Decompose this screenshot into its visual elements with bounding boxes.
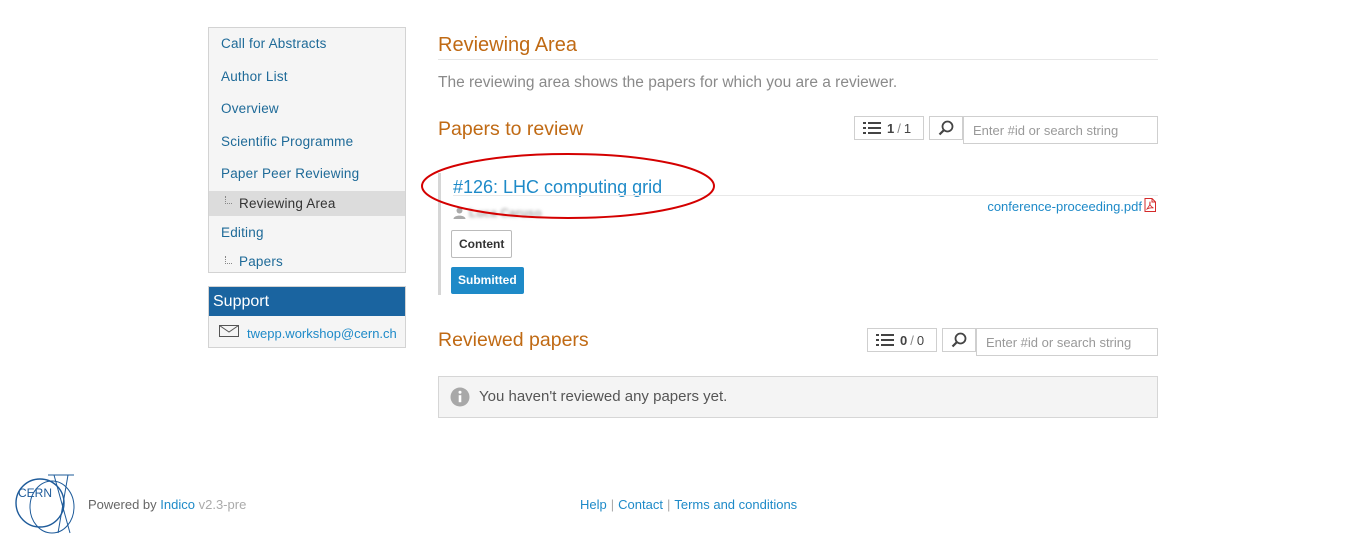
count-shown: 0 bbox=[900, 332, 908, 348]
envelope-icon bbox=[219, 325, 239, 337]
menu-item-label: Reviewing Area bbox=[239, 196, 336, 211]
empty-state-text: You haven't reviewed any papers yet. bbox=[479, 388, 728, 405]
search-button[interactable] bbox=[929, 116, 963, 140]
highlight-annotation bbox=[421, 153, 715, 219]
support-box: Support twepp.workshop@cern.ch bbox=[208, 286, 406, 348]
tree-branch-icon bbox=[225, 256, 232, 264]
menu-item-author-list[interactable]: Author List bbox=[209, 66, 405, 88]
reviewed-papers-title: Reviewed papers bbox=[438, 329, 589, 351]
contact-link[interactable]: Contact bbox=[618, 497, 663, 512]
powered-by: Powered by Indico v2.3-pre bbox=[88, 497, 246, 512]
count-separator: / bbox=[897, 120, 901, 136]
menu-item-editing[interactable]: Editing bbox=[209, 222, 405, 244]
footer-separator: | bbox=[666, 497, 671, 512]
menu-item-papers[interactable]: Papers bbox=[209, 251, 405, 273]
paper-file-link[interactable]: conference-proceeding.pdf bbox=[987, 199, 1142, 214]
event-menu: Call for Abstracts Author List Overview … bbox=[208, 27, 406, 273]
search-button[interactable] bbox=[942, 328, 976, 352]
info-icon bbox=[450, 387, 470, 407]
count-total: 0 bbox=[916, 332, 925, 348]
content-tag: Content bbox=[451, 230, 513, 258]
list-icon bbox=[863, 122, 881, 134]
powered-by-label: Powered by bbox=[88, 497, 157, 512]
menu-item-label: Papers bbox=[239, 254, 283, 269]
search-icon bbox=[938, 120, 954, 136]
papers-to-review-search-input[interactable] bbox=[963, 116, 1158, 144]
page-title: Reviewing Area bbox=[438, 34, 577, 56]
page-description: The reviewing area shows the papers for … bbox=[438, 74, 898, 91]
tree-branch-icon bbox=[225, 196, 232, 204]
search-icon bbox=[951, 332, 967, 348]
terms-link[interactable]: Terms and conditions bbox=[674, 497, 797, 512]
reviewed-papers-counter[interactable]: 0 / 0 bbox=[867, 328, 937, 352]
empty-state-message: You haven't reviewed any papers yet. bbox=[438, 376, 1158, 418]
submitted-status-badge: Submitted bbox=[451, 267, 524, 294]
menu-item-call-for-abstracts[interactable]: Call for Abstracts bbox=[209, 33, 405, 55]
list-icon bbox=[876, 334, 894, 346]
count-shown: 1 bbox=[887, 120, 895, 136]
title-divider bbox=[438, 59, 1158, 60]
count-separator: / bbox=[910, 332, 914, 348]
papers-to-review-title: Papers to review bbox=[438, 118, 584, 140]
footer-links: Help | Contact | Terms and conditions bbox=[580, 497, 797, 512]
papers-to-review-counter[interactable]: 1 / 1 bbox=[854, 116, 924, 140]
menu-item-overview[interactable]: Overview bbox=[209, 98, 405, 120]
menu-item-scientific-programme[interactable]: Scientific Programme bbox=[209, 131, 405, 153]
reviewed-papers-search-input[interactable] bbox=[976, 328, 1158, 356]
support-title: Support bbox=[209, 287, 405, 316]
indico-version: v2.3-pre bbox=[198, 497, 247, 512]
indico-link[interactable]: Indico bbox=[160, 497, 195, 512]
menu-item-paper-peer-reviewing[interactable]: Paper Peer Reviewing bbox=[209, 163, 405, 185]
support-email-link[interactable]: twepp.workshop@cern.ch bbox=[247, 326, 397, 341]
count-total: 1 bbox=[903, 120, 912, 136]
footer-separator: | bbox=[610, 497, 615, 512]
cern-logo[interactable]: CERN bbox=[14, 473, 76, 535]
menu-item-reviewing-area[interactable]: Reviewing Area bbox=[209, 191, 405, 216]
cern-logo-text: CERN bbox=[18, 486, 52, 500]
pdf-icon[interactable] bbox=[1144, 198, 1156, 212]
help-link[interactable]: Help bbox=[580, 497, 607, 512]
